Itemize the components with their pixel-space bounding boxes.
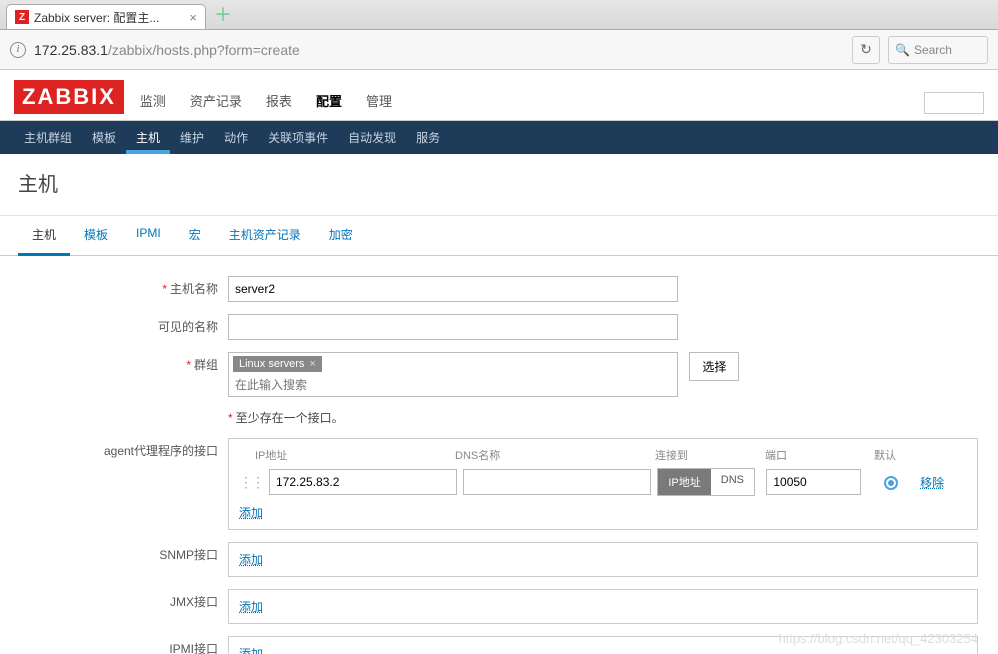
- zabbix-header: ZABBIX 监测 资产记录 报表 配置 管理: [0, 70, 998, 121]
- groups-search-input[interactable]: [233, 375, 433, 396]
- add-ipmi-interface-link[interactable]: 添加: [239, 647, 263, 654]
- top-nav-configuration[interactable]: 配置: [314, 85, 344, 120]
- remove-interface-link[interactable]: 移除: [920, 474, 967, 491]
- snmp-interface-box: 添加: [228, 542, 978, 577]
- group-tag: Linux servers ×: [233, 356, 322, 372]
- header-default: 默认: [860, 447, 910, 463]
- visiblename-label: 可见的名称: [18, 314, 228, 340]
- header-search: [924, 92, 984, 114]
- new-tab-button[interactable]: ＋: [206, 1, 240, 29]
- agent-iface-label: agent代理程序的接口: [18, 438, 228, 530]
- agent-dns-input[interactable]: [463, 469, 651, 495]
- hostname-label: *主机名称: [18, 276, 228, 302]
- sub-nav-maintenance[interactable]: 维护: [170, 121, 214, 154]
- agent-interface-row: ⋮⋮ IP地址 DNS 移除: [239, 468, 967, 496]
- sub-nav-templates[interactable]: 模板: [82, 121, 126, 154]
- sub-nav-correlation[interactable]: 关联项事件: [258, 121, 338, 154]
- url-path: /zabbix/hosts.php?form=create: [108, 42, 300, 58]
- add-snmp-interface-link[interactable]: 添加: [239, 553, 263, 567]
- add-agent-interface-link[interactable]: 添加: [239, 506, 263, 520]
- address-bar: i 172.25.83.1/zabbix/hosts.php?form=crea…: [0, 30, 998, 70]
- drag-handle-icon[interactable]: ⋮⋮: [239, 474, 263, 491]
- jmx-interface-box: 添加: [228, 589, 978, 624]
- close-icon[interactable]: ×: [189, 10, 197, 25]
- tab-templates[interactable]: 模板: [70, 216, 122, 255]
- sub-nav-hosts[interactable]: 主机: [126, 121, 170, 154]
- add-jmx-interface-link[interactable]: 添加: [239, 600, 263, 614]
- url-display[interactable]: 172.25.83.1/zabbix/hosts.php?form=create: [34, 42, 844, 58]
- sub-nav-services[interactable]: 服务: [406, 121, 450, 154]
- ipmi-iface-label: IPMI接口: [18, 636, 228, 654]
- default-radio[interactable]: [884, 476, 898, 490]
- sub-nav-discovery[interactable]: 自动发现: [338, 121, 406, 154]
- tab-ipmi[interactable]: IPMI: [122, 216, 175, 255]
- top-nav-administration[interactable]: 管理: [364, 85, 394, 120]
- connect-to-toggle[interactable]: IP地址 DNS: [657, 468, 755, 496]
- top-nav-reports[interactable]: 报表: [264, 85, 294, 120]
- groups-label: *群组: [18, 352, 228, 397]
- agent-port-input[interactable]: [766, 469, 861, 495]
- form-area: *主机名称 可见的名称 *群组 Linux servers × 选择 *至少存在…: [0, 256, 998, 654]
- search-icon: 🔍: [895, 43, 910, 57]
- browser-tab[interactable]: Z Zabbix server: 配置主... ×: [6, 4, 206, 29]
- remove-tag-icon[interactable]: ×: [309, 358, 315, 370]
- tab-nav: 主机 模板 IPMI 宏 主机资产记录 加密: [0, 216, 998, 256]
- ipmi-interface-box: 添加: [228, 636, 978, 654]
- reload-button[interactable]: ↻: [852, 36, 880, 64]
- browser-search[interactable]: 🔍 Search: [888, 36, 988, 64]
- top-nav-inventory[interactable]: 资产记录: [188, 85, 244, 120]
- interface-note: *至少存在一个接口。: [228, 409, 980, 426]
- top-nav-monitoring[interactable]: 监测: [138, 85, 168, 120]
- search-placeholder: Search: [914, 43, 952, 57]
- site-info-icon[interactable]: i: [10, 42, 26, 58]
- header-connect: 连接到: [655, 447, 765, 463]
- tab-host[interactable]: 主机: [18, 216, 70, 256]
- browser-tab-bar: Z Zabbix server: 配置主... × ＋: [0, 0, 998, 30]
- zabbix-logo[interactable]: ZABBIX: [14, 80, 124, 114]
- hostname-input[interactable]: [228, 276, 678, 302]
- agent-interface-table: IP地址 DNS名称 连接到 端口 默认 ⋮⋮ IP地址 DNS: [228, 438, 978, 530]
- group-tag-label: Linux servers: [239, 358, 304, 370]
- header-search-input[interactable]: [924, 92, 984, 114]
- snmp-iface-label: SNMP接口: [18, 542, 228, 577]
- sub-nav: 主机群组 模板 主机 维护 动作 关联项事件 自动发现 服务: [0, 121, 998, 154]
- jmx-iface-label: JMX接口: [18, 589, 228, 624]
- groups-multiselect[interactable]: Linux servers ×: [228, 352, 678, 397]
- favicon: Z: [15, 10, 29, 24]
- tab-encryption[interactable]: 加密: [315, 216, 367, 255]
- sub-nav-hostgroups[interactable]: 主机群组: [14, 121, 82, 154]
- top-nav: 监测 资产记录 报表 配置 管理: [138, 85, 394, 120]
- agent-ip-input[interactable]: [269, 469, 457, 495]
- select-group-button[interactable]: 选择: [689, 352, 739, 381]
- connect-dns-button[interactable]: DNS: [711, 469, 754, 495]
- sub-nav-actions[interactable]: 动作: [214, 121, 258, 154]
- visiblename-input[interactable]: [228, 314, 678, 340]
- tab-macros[interactable]: 宏: [175, 216, 215, 255]
- url-host: 172.25.83.1: [34, 42, 108, 58]
- header-dns: DNS名称: [455, 447, 655, 463]
- tab-title: Zabbix server: 配置主...: [34, 9, 159, 26]
- header-ip: IP地址: [255, 447, 455, 463]
- page-title: 主机: [0, 154, 998, 216]
- connect-ip-button[interactable]: IP地址: [658, 469, 710, 495]
- header-port: 端口: [765, 447, 860, 463]
- tab-inventory[interactable]: 主机资产记录: [215, 216, 315, 255]
